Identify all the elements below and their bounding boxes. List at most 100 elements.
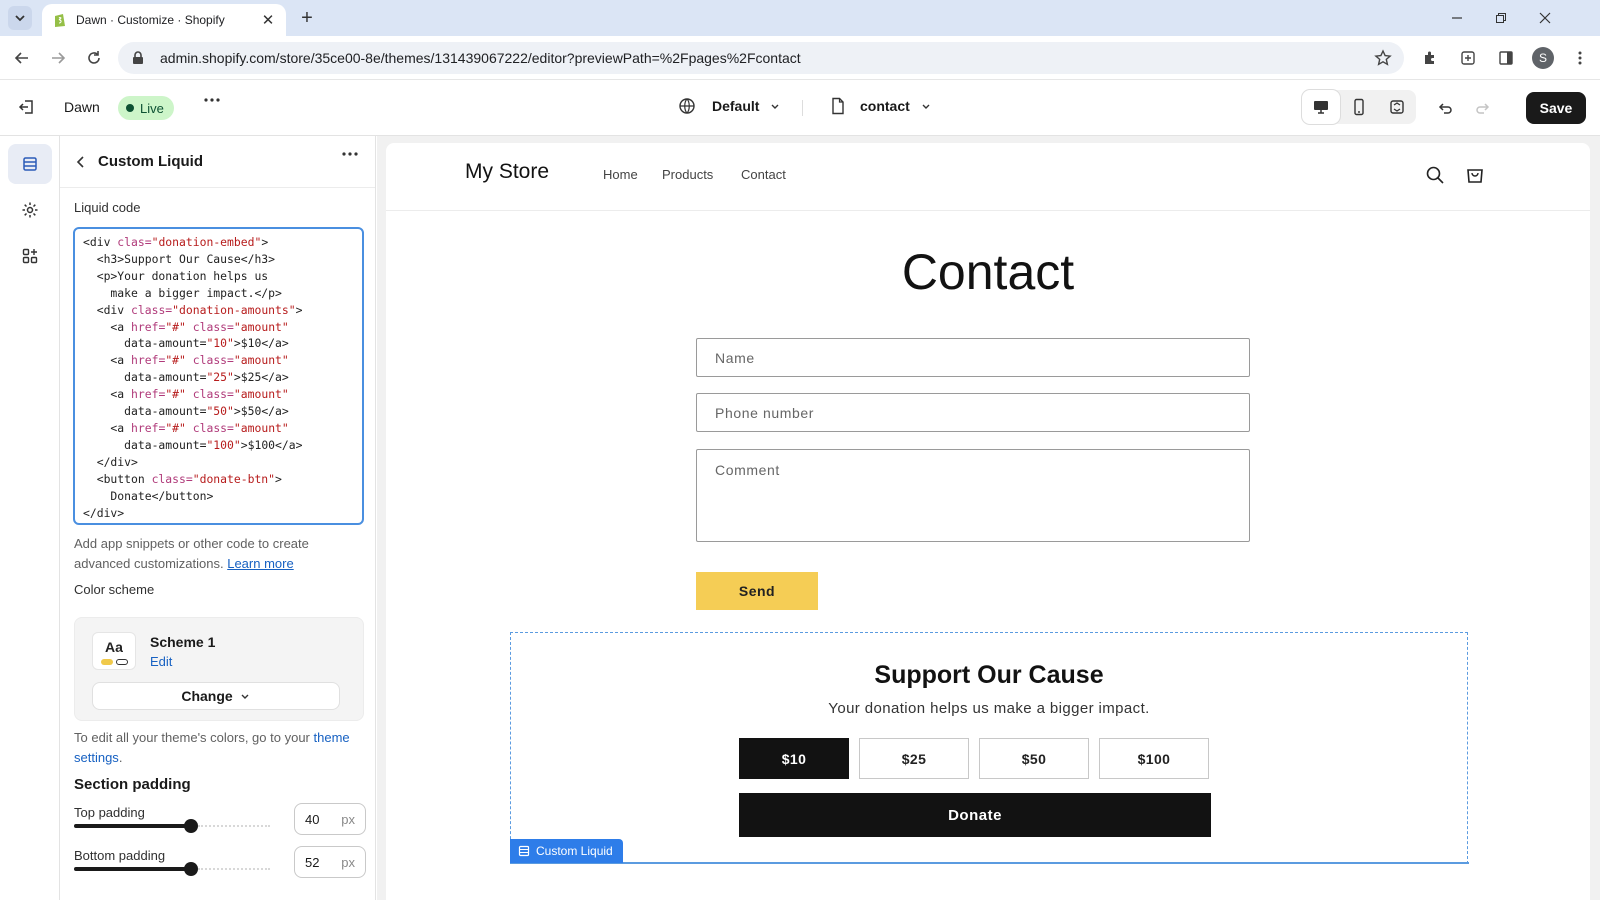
color-scheme-label: Color scheme bbox=[74, 582, 155, 597]
store-logo-text[interactable]: My Store bbox=[465, 160, 549, 184]
scheme-edit-link[interactable]: Edit bbox=[150, 654, 172, 669]
liquid-code-label: Liquid code bbox=[74, 200, 141, 215]
bottom-padding-slider-rest bbox=[198, 868, 270, 870]
send-button[interactable]: Send bbox=[696, 572, 818, 610]
amount-button-25[interactable]: $25 bbox=[859, 738, 969, 779]
learn-more-link[interactable]: Learn more bbox=[227, 556, 293, 571]
amount-button-10[interactable]: $10 bbox=[739, 738, 849, 779]
undo-button[interactable] bbox=[1436, 99, 1454, 117]
app-embeds-tab[interactable] bbox=[8, 236, 52, 276]
phone-field[interactable]: Phone number bbox=[696, 393, 1250, 432]
mobile-view-button[interactable] bbox=[1340, 90, 1378, 124]
reload-button[interactable] bbox=[82, 46, 106, 70]
sections-tab[interactable] bbox=[8, 144, 52, 184]
tab-search-button[interactable] bbox=[8, 6, 32, 30]
theme-actions-button[interactable] bbox=[204, 98, 220, 102]
redo-button[interactable] bbox=[1474, 99, 1492, 117]
amount-button-50[interactable]: $50 bbox=[979, 738, 1089, 779]
profile-avatar[interactable]: S bbox=[1532, 47, 1554, 69]
theme-settings-tab[interactable] bbox=[8, 190, 52, 230]
nav-link-products[interactable]: Products bbox=[662, 167, 713, 182]
top-padding-slider-track[interactable] bbox=[74, 824, 192, 828]
code-token: data-amount= bbox=[83, 404, 207, 419]
cause-heading: Support Our Cause bbox=[874, 661, 1104, 689]
nav-link-contact[interactable]: Contact bbox=[741, 167, 786, 182]
close-window-button[interactable] bbox=[1532, 6, 1558, 30]
code-token: >$100</a> bbox=[240, 437, 303, 452]
new-tab-button[interactable]: + bbox=[296, 7, 318, 29]
save-button[interactable]: Save bbox=[1526, 92, 1586, 124]
top-padding-slider-handle[interactable] bbox=[184, 819, 198, 833]
code-token: <p>Your donation helps us bbox=[83, 268, 269, 283]
live-status-badge: Live bbox=[118, 96, 174, 120]
page-selector[interactable]: contact bbox=[830, 97, 932, 115]
comment-field[interactable]: Comment bbox=[696, 449, 1250, 542]
section-tag-label: Custom Liquid bbox=[536, 844, 613, 858]
gear-icon bbox=[22, 202, 38, 218]
extensions-button[interactable] bbox=[1418, 46, 1442, 70]
divider bbox=[802, 100, 803, 116]
minimize-button[interactable] bbox=[1444, 6, 1470, 30]
bookmark-star-icon[interactable] bbox=[1374, 49, 1392, 67]
browser-menu-button[interactable] bbox=[1568, 46, 1592, 70]
custom-liquid-section[interactable]: Support Our Cause Your donation helps us… bbox=[510, 632, 1469, 864]
desktop-view-button[interactable] bbox=[1302, 90, 1340, 124]
store-search-button[interactable] bbox=[1422, 162, 1448, 188]
download-icon bbox=[1461, 51, 1475, 65]
code-token: class= bbox=[192, 387, 234, 402]
bottom-padding-label: Bottom padding bbox=[74, 848, 166, 863]
address-bar[interactable]: admin.shopify.com/store/35ce00-8e/themes… bbox=[118, 42, 1404, 74]
chevron-down-icon bbox=[771, 104, 779, 109]
change-scheme-button[interactable]: Change bbox=[92, 682, 340, 710]
back-chevron-icon[interactable] bbox=[74, 155, 88, 169]
site-info-icon bbox=[133, 51, 143, 64]
back-button[interactable] bbox=[10, 46, 34, 70]
top-padding-input[interactable]: 40 px bbox=[294, 803, 366, 835]
close-tab-icon[interactable]: ✕ bbox=[260, 12, 276, 29]
media-button[interactable] bbox=[1456, 46, 1480, 70]
section-more-button[interactable] bbox=[342, 152, 358, 156]
liquid-code-editor[interactable]: <div clas="donation-embed"> <h3>Support … bbox=[73, 227, 364, 525]
name-field[interactable]: Name bbox=[696, 338, 1250, 377]
name-placeholder: Name bbox=[715, 349, 755, 366]
bottom-padding-input[interactable]: 52 px bbox=[294, 846, 366, 878]
code-token: href= bbox=[131, 353, 166, 368]
phone-placeholder: Phone number bbox=[715, 404, 815, 421]
page-label: contact bbox=[860, 98, 910, 114]
bottom-padding-slider-handle[interactable] bbox=[184, 862, 198, 876]
page-icon bbox=[832, 97, 844, 115]
nav-link-home[interactable]: Home bbox=[603, 167, 638, 182]
expand-icon bbox=[1390, 100, 1404, 114]
code-line: make a bigger impact.</p> bbox=[83, 285, 362, 302]
code-token: class= bbox=[151, 471, 193, 486]
browser-tab[interactable]: Dawn · Customize · Shopify ✕ bbox=[42, 4, 286, 36]
code-token: >$50</a> bbox=[233, 404, 289, 419]
mobile-icon bbox=[1354, 98, 1364, 116]
template-selector[interactable]: Default bbox=[678, 97, 781, 115]
liquid-help-text: Add app snippets or other code to create… bbox=[74, 534, 364, 574]
code-token: Donate</button> bbox=[83, 488, 214, 503]
store-cart-button[interactable] bbox=[1462, 162, 1488, 188]
fullscreen-view-button[interactable] bbox=[1378, 90, 1416, 124]
restore-button[interactable] bbox=[1488, 6, 1514, 30]
forward-button[interactable] bbox=[46, 46, 70, 70]
top-padding-unit: px bbox=[341, 811, 355, 827]
code-token: >$10</a> bbox=[233, 336, 289, 351]
section-block-icon bbox=[518, 845, 530, 857]
code-token: </div> bbox=[83, 454, 138, 469]
code-token: > bbox=[261, 235, 269, 249]
section-tag[interactable]: Custom Liquid bbox=[510, 839, 623, 863]
more-horizontal-icon bbox=[204, 98, 220, 102]
bottom-padding-slider-track[interactable] bbox=[74, 867, 192, 871]
code-token: href= bbox=[131, 420, 166, 435]
live-dot-icon bbox=[126, 104, 134, 112]
donate-button[interactable]: Donate bbox=[739, 793, 1211, 837]
side-panel-button[interactable] bbox=[1494, 46, 1518, 70]
code-token: <a bbox=[83, 319, 132, 334]
exit-editor-button[interactable] bbox=[18, 98, 36, 116]
code-token: data-amount= bbox=[83, 336, 207, 351]
code-token: make a bigger impact.</p> bbox=[83, 285, 282, 300]
code-token: <button bbox=[83, 471, 152, 486]
amount-button-100[interactable]: $100 bbox=[1099, 738, 1209, 779]
code-token: "100" bbox=[206, 437, 241, 452]
